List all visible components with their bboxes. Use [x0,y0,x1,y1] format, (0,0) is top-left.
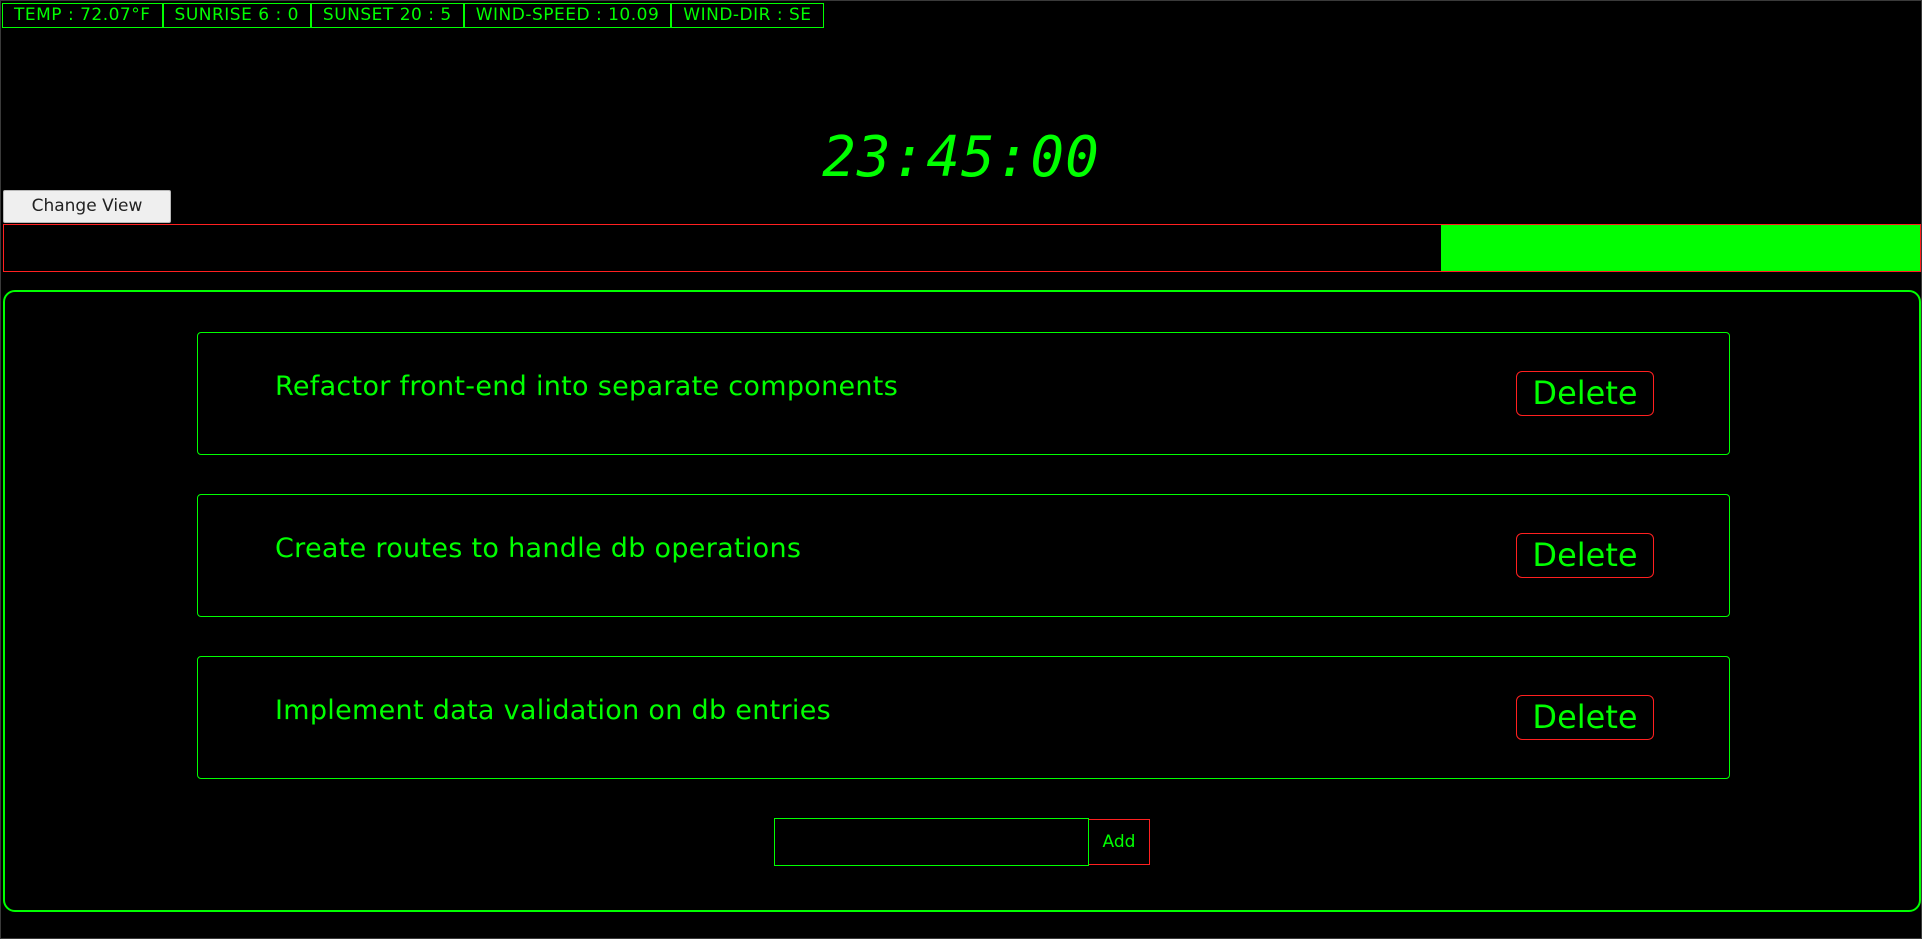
day-progress-bar [3,224,1921,272]
day-progress-fill [1441,225,1920,271]
delete-task-button[interactable]: Delete [1516,371,1654,416]
task-text: Create routes to handle db operations [275,533,802,564]
task-item: Create routes to handle db operations De… [197,494,1730,617]
weather-bar: TEMP : 72.07°F SUNRISE 6 : 0 SUNSET 20 :… [2,3,824,28]
todo-panel: Refactor front-end into separate compone… [3,290,1921,912]
weather-wind-speed: WIND-SPEED : 10.09 [463,3,672,28]
task-item: Refactor front-end into separate compone… [197,332,1730,455]
delete-task-button[interactable]: Delete [1516,533,1654,578]
add-task-button[interactable]: Add [1089,819,1150,865]
clock-display: 23:45:00 [822,125,1100,190]
task-text: Refactor front-end into separate compone… [275,371,899,402]
app-page: TEMP : 72.07°F SUNRISE 6 : 0 SUNSET 20 :… [0,0,1922,939]
new-task-input[interactable] [774,818,1089,866]
change-view-button[interactable]: Change View [3,190,171,223]
task-item: Implement data validation on db entries … [197,656,1730,779]
weather-sunrise: SUNRISE 6 : 0 [162,3,311,28]
task-text: Implement data validation on db entries [275,695,831,726]
weather-wind-dir: WIND-DIR : SE [671,3,824,28]
weather-sunset: SUNSET 20 : 5 [310,3,464,28]
add-task-row: Add [774,818,1150,866]
weather-temp: TEMP : 72.07°F [2,3,163,28]
delete-task-button[interactable]: Delete [1516,695,1654,740]
